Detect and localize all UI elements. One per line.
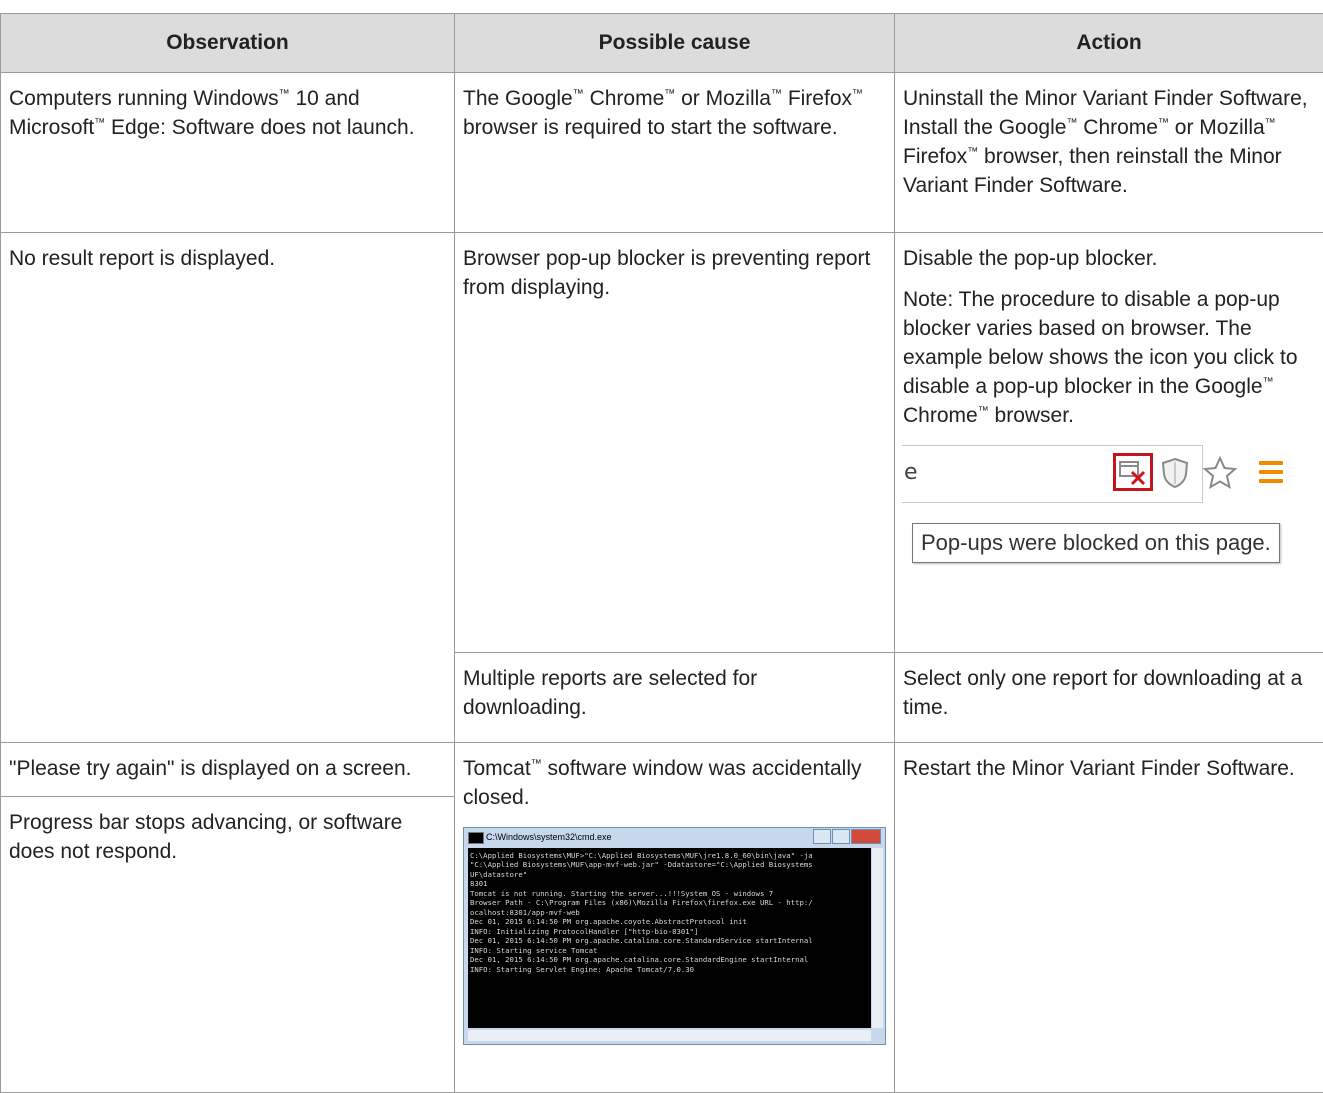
header-possible-cause: Possible cause (455, 14, 895, 73)
observation-text: Progress bar stops advancing, or softwar… (9, 809, 446, 867)
action-text: Restart the Minor Variant Finder Softwar… (903, 757, 1295, 780)
minimize-icon[interactable] (813, 829, 831, 844)
header-action: Action (895, 14, 1323, 73)
observation-cell: "Please try again" is displayed on a scr… (1, 743, 455, 1093)
observation-text: No result report is displayed. (9, 247, 275, 270)
cmd-titlebar: C:\Windows\system32\cmd.exe (464, 828, 885, 846)
maximize-icon[interactable] (832, 829, 850, 844)
action-cell: Disable the pop-up blocker. Note: The pr… (895, 233, 1323, 653)
cause-text: The Google™ Chrome™ or Mozilla™ Firefox™… (463, 87, 863, 139)
cause-cell: Multiple reports are selected for downlo… (455, 653, 895, 743)
cause-text: Multiple reports are selected for downlo… (463, 667, 757, 719)
note-label: Note: (903, 288, 953, 311)
action-text: Disable the pop-up blocker. (903, 245, 1315, 274)
header-observation: Observation (1, 14, 455, 73)
action-cell: Select only one report for downloading a… (895, 653, 1323, 743)
action-text: Select only one report for downloading a… (903, 667, 1302, 719)
observation-text: Computers running Windows™ 10 and Micros… (9, 87, 415, 139)
observation-cell: Computers running Windows™ 10 and Micros… (1, 73, 455, 233)
shield-icon[interactable] (1160, 457, 1190, 498)
cause-cell: The Google™ Chrome™ or Mozilla™ Firefox™… (455, 73, 895, 233)
chrome-menu-icon[interactable] (1259, 461, 1283, 488)
window-controls (812, 829, 881, 847)
cmd-output: C:\Applied Biosystems\MUF>"C:\Applied Bi… (468, 848, 871, 1028)
table-row: Computers running Windows™ 10 and Micros… (1, 73, 1323, 233)
observation-text: "Please try again" is displayed on a scr… (9, 755, 446, 784)
cause-cell: Tomcat™ software window was accidentally… (455, 743, 895, 1093)
cause-cell: Browser pop-up blocker is preventing rep… (455, 233, 895, 653)
address-bar-text: e (904, 458, 918, 488)
bookmark-star-icon[interactable] (1202, 455, 1238, 500)
cmd-window-screenshot: C:\Windows\system32\cmd.exe C:\Applied B… (463, 827, 886, 1045)
observation-cell: No result report is displayed. (1, 233, 455, 743)
cmd-icon (468, 832, 484, 844)
action-cell: Restart the Minor Variant Finder Softwar… (895, 743, 1323, 1093)
chrome-popup-blocked-screenshot: e (902, 441, 1297, 581)
table-header-row: Observation Possible cause Action (1, 14, 1323, 73)
address-bar: e (902, 445, 1203, 503)
note-paragraph: Note: The procedure to disable a pop-up … (903, 286, 1315, 431)
table-row: "Please try again" is displayed on a scr… (1, 743, 1323, 1093)
popups-blocked-tooltip: Pop-ups were blocked on this page. (912, 523, 1280, 563)
close-icon[interactable] (851, 829, 881, 844)
cell-divider (1, 796, 454, 797)
vertical-scrollbar[interactable] (872, 848, 883, 1028)
troubleshooting-table: Observation Possible cause Action Comput… (0, 13, 1323, 1093)
action-text: Uninstall the Minor Variant Finder Softw… (903, 87, 1308, 197)
popup-blocked-icon[interactable] (1113, 453, 1153, 491)
cmd-title: C:\Windows\system32\cmd.exe (486, 832, 612, 842)
horizontal-scrollbar[interactable] (468, 1030, 871, 1041)
cause-text: Tomcat™ software window was accidentally… (463, 755, 886, 813)
cause-text: Browser pop-up blocker is preventing rep… (463, 247, 870, 299)
action-cell: Uninstall the Minor Variant Finder Softw… (895, 73, 1323, 233)
table-row: No result report is displayed. Browser p… (1, 233, 1323, 653)
